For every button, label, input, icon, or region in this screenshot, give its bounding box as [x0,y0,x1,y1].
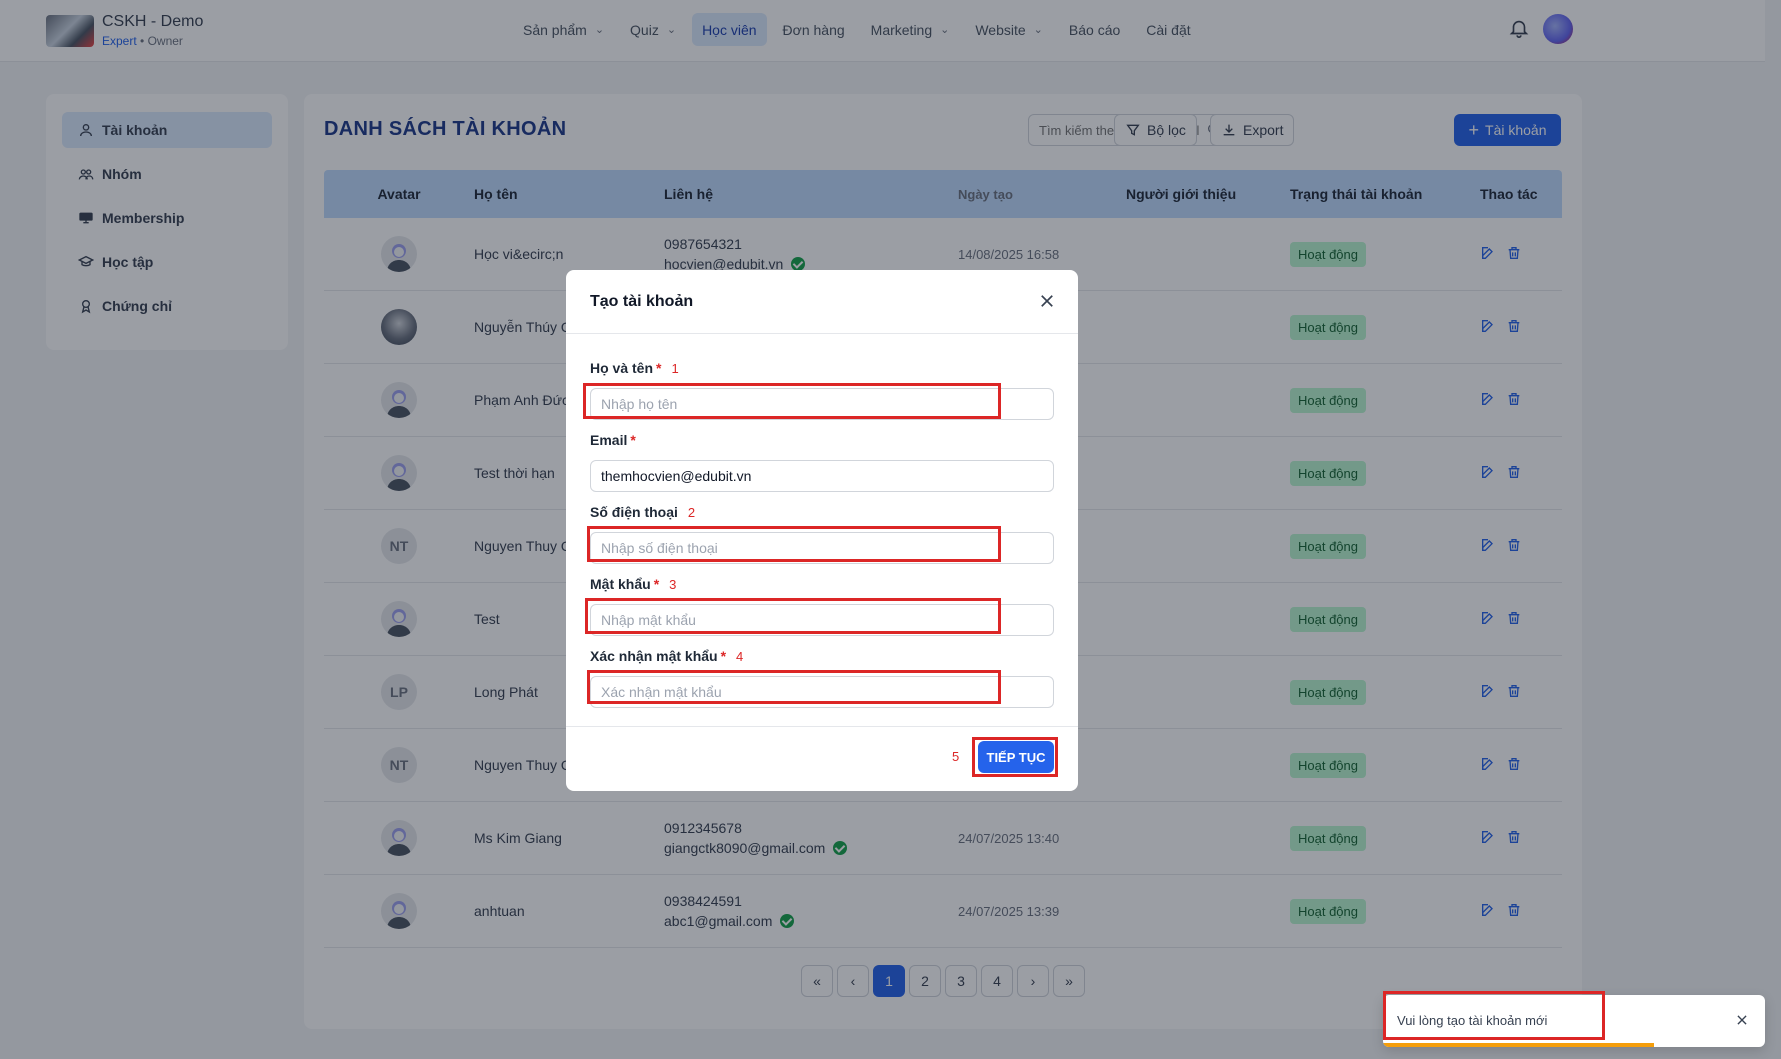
confirm-field-group: Xác nhận mật khẩu * 4 [590,648,1054,708]
password-field-group: Mật khẩu * 3 [590,576,1054,636]
email-label: Email [590,432,628,448]
close-icon[interactable] [1735,1013,1749,1027]
close-icon[interactable] [1038,292,1056,310]
step-1-marker: 1 [671,361,679,376]
confirm-label: Xác nhận mật khẩu [590,648,718,664]
confirm-password-input[interactable] [590,676,1054,708]
toast-progress-bar [1383,1043,1655,1047]
step-5-marker: 5 [952,749,960,764]
toast-message: Vui lòng tạo tài khoản mới [1397,1013,1548,1028]
toast-notification: Vui lòng tạo tài khoản mới [1383,995,1765,1047]
step-2-marker: 2 [687,505,696,520]
modal-footer: 5 TIẾP TỤC [566,726,1078,791]
password-label: Mật khẩu [590,576,651,592]
step-4-marker: 4 [736,649,744,664]
phone-field-group: Số điện thoại 2 [590,504,1054,564]
phone-label: Số điện thoại [590,504,678,520]
step-3-marker: 3 [669,577,677,592]
name-input[interactable] [590,388,1054,420]
password-input[interactable] [590,604,1054,636]
name-field-group: Họ và tên * 1 [590,360,1054,420]
continue-button[interactable]: TIẾP TỤC [978,741,1054,773]
email-field-group: Email * [590,432,1054,492]
phone-input[interactable] [590,532,1054,564]
email-input[interactable] [590,460,1054,492]
name-label: Họ và tên [590,360,654,376]
modal-title: Tạo tài khoản [590,292,694,310]
create-account-modal: Tạo tài khoản Họ và tên*1 Email* Số điện… [566,270,1078,791]
